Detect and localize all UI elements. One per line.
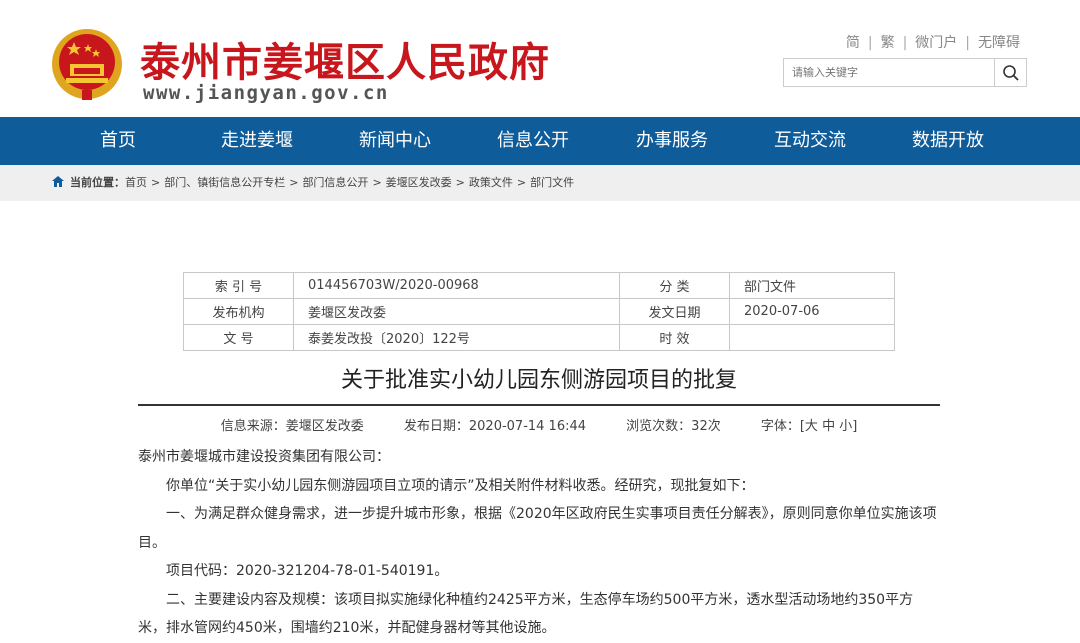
breadcrumb-dept-info[interactable]: 部门信息公开 — [302, 176, 368, 189]
nav-interaction[interactable]: 互动交流 — [774, 117, 846, 165]
info-view-count: 浏览次数：32次 — [626, 419, 721, 434]
search-button[interactable] — [994, 59, 1026, 86]
document-meta-table: 索 引 号 014456703W/2020-00968 分 类 部门文件 发布机… — [183, 272, 895, 351]
article-paragraph: 二、主要建设内容及规模：该项目拟实施绿化种植约2425平方米，生态停车场约500… — [138, 591, 914, 637]
document-number-value: 泰姜发改投〔2020〕122号 — [293, 324, 620, 351]
micro-portal-link[interactable]: 微门户 — [915, 35, 957, 51]
home-icon — [52, 176, 64, 187]
breadcrumb-dept-docs[interactable]: 部门文件 — [530, 176, 574, 189]
index-number-value: 014456703W/2020-00968 — [293, 272, 620, 299]
category-value: 部门文件 — [729, 272, 895, 299]
font-size-control[interactable]: 字体：[大 中 小] — [761, 419, 857, 434]
article-info-bar: 信息来源：姜堰区发改委 发布日期：2020-07-14 16:44 浏览次数：3… — [138, 415, 940, 434]
validity-label: 时 效 — [619, 324, 730, 351]
site-header: 泰州市姜堰区人民政府 www.jiangyan.gov.cn 简 | 繁 | 微门户 | 无… — [0, 0, 1080, 117]
main-nav: 首页 走进姜堰 新闻中心 信息公开 办事服务 互动交流 数据开放 — [0, 117, 1080, 165]
breadcrumb-policy-docs[interactable]: 政策文件 — [469, 176, 513, 189]
validity-value — [729, 324, 895, 351]
category-label: 分 类 — [619, 272, 730, 299]
nav-about-jiangyan[interactable]: 走进姜堰 — [221, 117, 293, 165]
article-paragraph: 项目代码：2020-321204-78-01-540191。 — [166, 563, 449, 579]
search-icon — [1002, 64, 1019, 81]
site-domain: www.jiangyan.gov.cn — [143, 82, 389, 104]
breadcrumb-dept-column[interactable]: 部门、镇街信息公开专栏 — [164, 176, 285, 189]
article-paragraph: 一、为满足群众健身需求，进一步提升城市形象，根据《2020年区政府民生实事项目责… — [138, 506, 937, 551]
breadcrumb-label: 当前位置： — [70, 176, 125, 189]
nav-open-data[interactable]: 数据开放 — [912, 117, 984, 165]
document-number-label: 文 号 — [183, 324, 294, 351]
traditional-chinese-link[interactable]: 繁 — [881, 35, 895, 51]
nav-news-center[interactable]: 新闻中心 — [359, 117, 431, 165]
nav-information-disclosure[interactable]: 信息公开 — [497, 117, 569, 165]
site-title: 泰州市姜堰区人民政府 — [140, 39, 550, 86]
index-number-label: 索 引 号 — [183, 272, 294, 299]
article-paragraph: 泰州市姜堰城市建设投资集团有限公司： — [138, 449, 390, 465]
breadcrumb-development-reform[interactable]: 姜堰区发改委 — [386, 176, 452, 189]
info-publish-date: 发布日期：2020-07-14 16:44 — [403, 419, 587, 434]
top-links: 简 | 繁 | 微门户 | 无障碍 — [845, 35, 1020, 51]
info-source: 信息来源：姜堰区发改委 — [220, 419, 364, 434]
article-body: 泰州市姜堰城市建设投资集团有限公司： 你单位“关于实小幼儿园东侧游园项目立项的请… — [138, 443, 940, 643]
article-title: 关于批准实小幼儿园东侧游园项目的批复 — [340, 368, 737, 393]
article-paragraph: 你单位“关于实小幼儿园东侧游园项目立项的请示”及相关附件材料收悉。经研究，现批复… — [166, 477, 755, 494]
breadcrumb: 当前位置：首页 > 部门、镇街信息公开专栏 > 部门信息公开 > 姜堰区发改委 > 政策文件 > 部… — [52, 165, 574, 201]
search-input[interactable] — [784, 59, 996, 86]
title-divider — [138, 404, 940, 406]
publisher-label: 发布机构 — [183, 298, 294, 325]
issue-date-value: 2020-07-06 — [729, 298, 895, 325]
issue-date-label: 发文日期 — [619, 298, 730, 325]
search-box — [783, 58, 1027, 87]
accessibility-link[interactable]: 无障碍 — [978, 35, 1020, 51]
publisher-value: 姜堰区发改委 — [293, 298, 620, 325]
simplified-chinese-link[interactable]: 简 — [846, 35, 860, 51]
breadcrumb-bar: 当前位置：首页 > 部门、镇街信息公开专栏 > 部门信息公开 > 姜堰区发改委 > 政策文件 > 部… — [0, 165, 1080, 201]
nav-home[interactable]: 首页 — [100, 117, 136, 165]
nav-services[interactable]: 办事服务 — [636, 117, 708, 165]
national-emblem-icon — [52, 29, 122, 100]
breadcrumb-home[interactable]: 首页 — [125, 176, 147, 189]
